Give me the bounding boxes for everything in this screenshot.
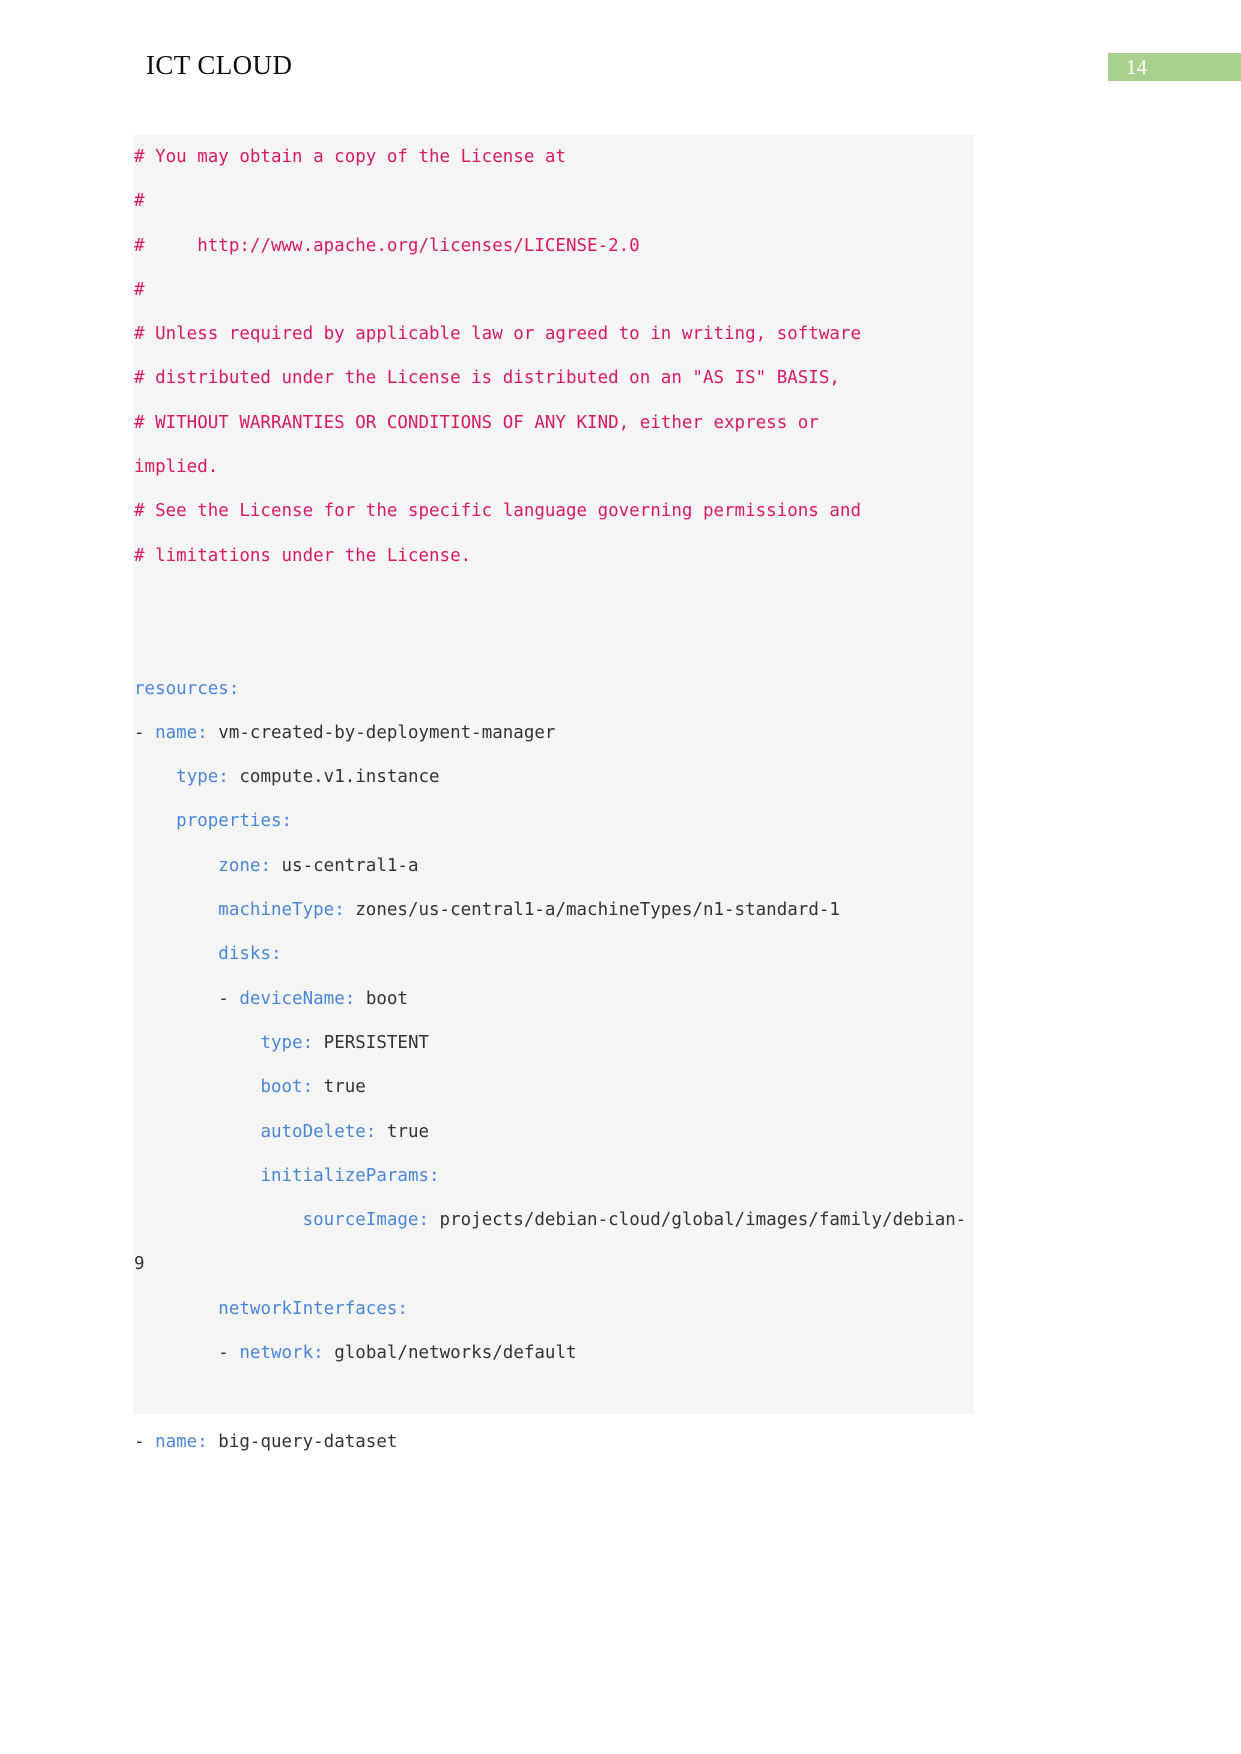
comment-token: # See the License for the specific langu… [134,501,861,522]
yaml-key-token: deviceName: [239,988,356,1009]
indent-token [134,1343,218,1363]
yaml-key-token: networkInterfaces: [218,1298,408,1319]
code-line: type: compute.v1.instance [134,755,1034,799]
comment-token: # WITHOUT WARRANTIES OR CONDITIONS OF AN… [134,412,819,433]
code-line: # See the License for the specific langu… [134,489,1034,533]
yaml-key-token: boot: [260,1077,314,1098]
yaml-key-token: network: [239,1343,324,1364]
yaml-key-token: resources: [134,678,240,699]
code-line: resources: [134,667,1034,711]
comment-token: # [134,279,145,300]
comment-token: # limitations under the License. [134,545,472,566]
document-page: ICT CLOUD 14 # You may obtain a copy of … [0,0,1241,1754]
code-line: # Unless required by applicable law or a… [134,312,1034,356]
yaml-value-token: us-central1-a [270,855,419,876]
indent-token [134,811,176,831]
code-line: networkInterfaces: [134,1287,1034,1331]
comment-token: # distributed under the License is distr… [134,368,840,389]
yaml-value-token: global/networks/default [323,1343,577,1364]
code-line: # distributed under the License is distr… [134,356,1034,400]
yaml-key-token: type: [260,1032,314,1053]
comment-token: # http://www.apache.org/licenses/LICENSE… [134,235,640,256]
code-line: disks: [134,932,1034,976]
yaml-value-token: compute.v1.instance [228,767,440,788]
document-title: ICT CLOUD [146,50,293,80]
list-dash-token: - [218,1343,240,1364]
list-dash-token: - [218,988,240,1009]
comment-token: # [134,191,145,212]
code-line: initializeParams: [134,1154,1034,1198]
indent-token [134,1077,260,1097]
code-listing: # You may obtain a copy of the License a… [134,135,1034,1464]
yaml-value-token: projects/debian-cloud/global/images/fami… [429,1210,967,1231]
code-line: type: PERSISTENT [134,1021,1034,1065]
code-line: - deviceName: boot [134,977,1034,1021]
comment-token: # You may obtain a copy of the License a… [134,147,566,167]
indent-token [134,1166,260,1186]
yaml-value-token: true [313,1077,366,1098]
yaml-key-token: sourceImage: [302,1210,430,1231]
code-line: # WITHOUT WARRANTIES OR CONDITIONS OF AN… [134,401,1034,445]
code-line: - name: big-query-dataset [134,1420,1034,1464]
list-dash-token: - [134,1431,156,1452]
yaml-value-token: PERSISTENT [313,1032,430,1053]
value-token: 9 [134,1254,145,1275]
yaml-key-token: disks: [218,944,282,965]
code-line: autoDelete: true [134,1110,1034,1154]
yaml-value-token: true [376,1121,430,1142]
list-dash-token: - [134,722,156,743]
code-line: sourceImage: projects/debian-cloud/globa… [134,1198,1034,1242]
code-line: implied. [134,445,1034,489]
yaml-value-token: vm-created-by-deployment-manager [207,722,556,743]
page-number-badge: 14 [1108,53,1241,81]
yaml-key-token: name: [155,722,208,743]
yaml-value-token: boot [355,988,408,1009]
code-line: # http://www.apache.org/licenses/LICENSE… [134,224,1034,268]
comment-token: # Unless required by applicable law or a… [134,324,861,345]
code-line: # [134,179,1034,223]
comment-token: implied. [134,457,219,478]
code-line: # limitations under the License. [134,534,1034,578]
code-line: boot: true [134,1065,1034,1109]
code-line: # You may obtain a copy of the License a… [134,135,1034,179]
indent-token [134,1210,303,1230]
code-line: machineType: zones/us-central1-a/machine… [134,888,1034,932]
indent-token [134,1033,260,1053]
yaml-key-token: properties: [176,811,293,832]
yaml-key-token: machineType: [218,900,345,921]
indent-token [134,1299,218,1319]
indent-token [134,1122,260,1142]
indent-token [134,856,218,876]
code-line: # [134,268,1034,312]
indent-token [134,767,176,787]
code-line: 9 [134,1242,1034,1286]
code-line: zone: us-central1-a [134,844,1034,888]
yaml-key-token: zone: [218,855,271,876]
yaml-key-token: name: [155,1431,208,1452]
yaml-key-token: initializeParams: [260,1165,440,1186]
code-line: - network: global/networks/default [134,1331,1034,1375]
indent-token [134,900,218,920]
yaml-key-token: autoDelete: [260,1121,377,1142]
indent-token [134,989,218,1009]
code-line: properties: [134,799,1034,843]
page-header: ICT CLOUD 14 [0,0,1241,100]
yaml-key-token: type: [176,767,229,788]
indent-token [134,944,218,964]
code-line: - name: vm-created-by-deployment-manager [134,711,1034,755]
yaml-value-token: big-query-dataset [207,1431,398,1452]
yaml-value-token: zones/us-central1-a/machineTypes/n1-stan… [344,900,840,921]
